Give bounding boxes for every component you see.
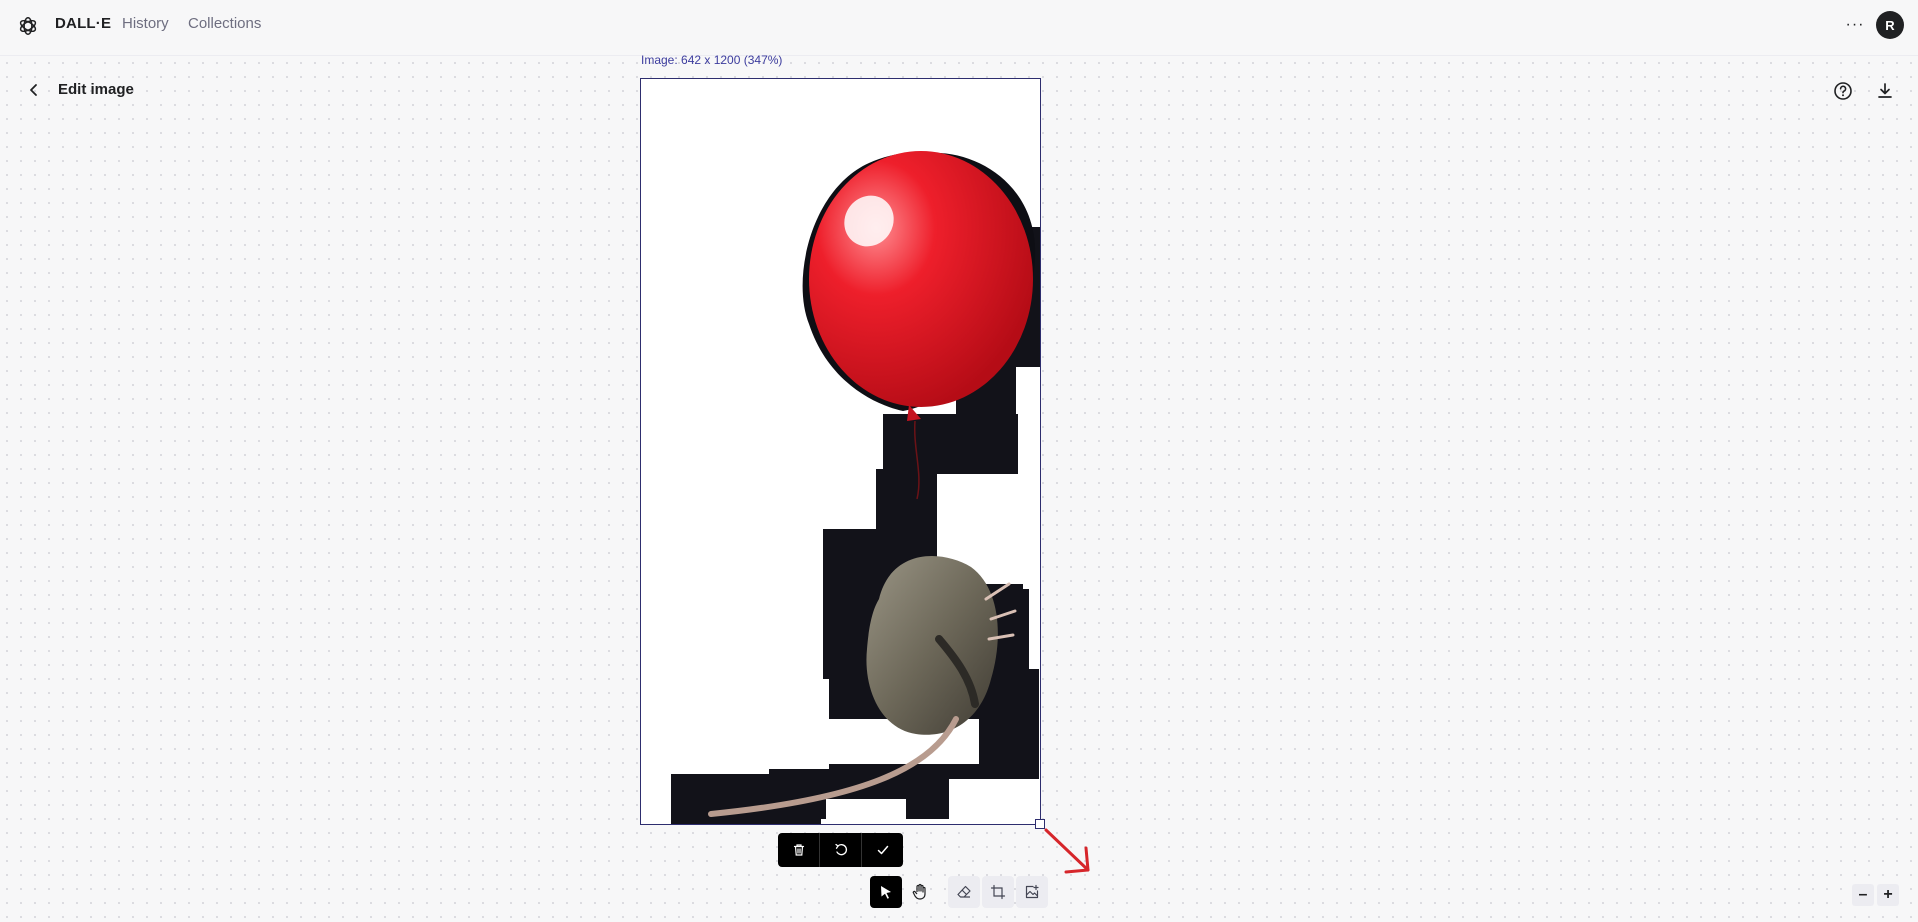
trash-icon — [793, 844, 804, 856]
annotation-arrow-icon — [1044, 828, 1090, 874]
openai-logo-icon[interactable] — [17, 15, 39, 37]
add-generation-frame-button[interactable] — [982, 876, 1014, 908]
upload-image-button[interactable] — [1016, 876, 1048, 908]
avatar[interactable]: R — [1876, 11, 1904, 39]
chevron-left-icon — [30, 84, 37, 96]
eraser-tool-button[interactable] — [948, 876, 980, 908]
download-icon[interactable] — [1874, 80, 1896, 102]
help-icon[interactable] — [1832, 80, 1854, 102]
edited-image — [671, 151, 1040, 824]
image-dimensions-label: Image: 642 x 1200 (347%) — [641, 53, 783, 67]
selection-actions-toolbar — [778, 833, 903, 867]
zoom-out-button[interactable]: – — [1852, 884, 1874, 906]
image-canvas[interactable] — [640, 78, 1041, 825]
undo-button[interactable] — [819, 833, 861, 867]
nav-link-collections[interactable]: Collections — [188, 15, 261, 32]
check-icon — [877, 845, 888, 855]
eraser-icon — [957, 885, 971, 898]
zoom-in-button[interactable]: + — [1877, 884, 1899, 906]
delete-button[interactable] — [778, 833, 819, 867]
frame-icon — [990, 884, 1006, 900]
cursor-icon — [881, 886, 891, 899]
confirm-button[interactable] — [861, 833, 903, 867]
image-plus-icon — [1025, 884, 1039, 899]
brand-name[interactable]: DALL·E — [55, 15, 111, 32]
page-title: Edit image — [58, 81, 134, 98]
top-nav: DALL·E History Collections ··· R — [0, 0, 1918, 56]
select-tool-button[interactable] — [870, 876, 902, 908]
undo-icon — [834, 843, 847, 856]
back-button[interactable] — [24, 80, 44, 100]
more-options-button[interactable]: ··· — [1842, 12, 1868, 38]
nav-link-history[interactable]: History — [122, 15, 169, 32]
hand-icon — [912, 883, 926, 900]
pan-tool-button[interactable] — [904, 876, 936, 908]
